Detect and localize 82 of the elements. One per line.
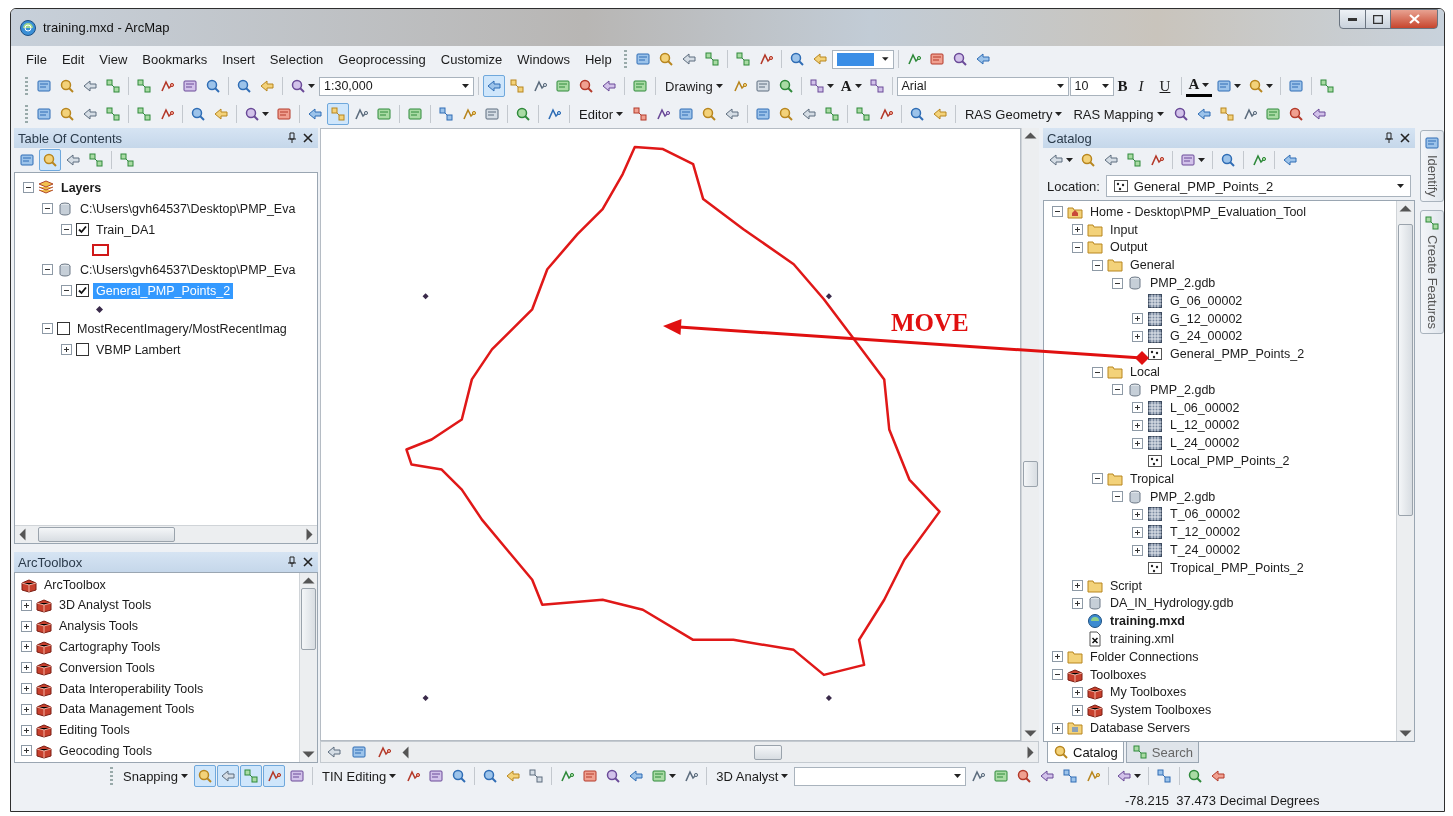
toolbar-menu-button[interactable]: 3D Analyst [711, 765, 794, 787]
menu-item[interactable]: Edit [54, 49, 92, 69]
panel-title: Table Of Contents [18, 130, 124, 146]
catalog-item[interactable]: Tropical_PMP_Points_2 [1167, 559, 1307, 576]
catalog-item[interactable]: Local_PMP_Points_2 [1167, 453, 1293, 470]
catalog-item[interactable]: PMP_2.gdb [1147, 488, 1219, 505]
toolbox-name[interactable]: Analysis Tools [56, 618, 141, 635]
side-panel-tab[interactable]: Create Features [1420, 209, 1444, 334]
menu-item[interactable]: Insert [215, 49, 262, 69]
location-field[interactable]: General_PMP_Points_2 [1105, 175, 1411, 197]
toolbar-menu-button[interactable]: Drawing [660, 75, 728, 97]
menu-item[interactable]: Customize [433, 49, 510, 69]
layer-name[interactable]: Train_DA1 [93, 221, 159, 238]
catalog-item[interactable]: PMP_2.gdb [1147, 381, 1219, 398]
toolbar-menu-button[interactable]: RAS Mapping [1068, 103, 1169, 125]
toolbar-menu-button[interactable]: RAS Geometry [959, 103, 1068, 125]
catalog-item[interactable]: training.mxd [1107, 613, 1188, 630]
catalog-item[interactable]: G_06_00002 [1167, 292, 1246, 309]
menu-item[interactable]: Selection [262, 49, 331, 69]
catalog-item[interactable]: DA_IN_Hydrology.gdb [1107, 595, 1237, 612]
menu-item[interactable]: Bookmarks [135, 49, 215, 69]
panel-title: ArcToolbox [18, 554, 84, 570]
text-format-button[interactable]: U [1156, 75, 1177, 97]
menu-item[interactable]: Windows [510, 49, 577, 69]
toolbox-name[interactable]: Cartography Tools [56, 639, 164, 655]
window-title: training.mxd - ArcMap [43, 20, 170, 35]
catalog-item[interactable]: G_12_00002 [1167, 310, 1246, 327]
catalog-item[interactable]: T_12_00002 [1167, 524, 1244, 541]
toolbox-name[interactable]: Data Interoperability Tools [56, 680, 207, 697]
text-format-button[interactable]: A [837, 75, 865, 97]
catalog-item[interactable]: General_PMP_Points_2 [1167, 346, 1308, 363]
catalog-item[interactable]: System Toolboxes [1107, 702, 1215, 719]
catalog-item[interactable]: T_06_00002 [1167, 506, 1244, 523]
font-size-field[interactable]: 10 [1069, 76, 1114, 96]
scale-field[interactable]: 1:30,000 [319, 76, 474, 96]
toolbox-name[interactable]: Geocoding Tools [56, 742, 155, 759]
panel-tab[interactable]: Catalog [1047, 742, 1124, 763]
catalog-item[interactable]: L_06_00002 [1167, 399, 1243, 416]
catalog-item[interactable]: Home - Desktop\PMP_Evaluation_Tool [1087, 203, 1310, 220]
text-format-button[interactable]: A [1185, 75, 1213, 97]
catalog-item[interactable]: Output [1107, 239, 1151, 256]
toolbox-name[interactable]: Editing Tools [56, 722, 133, 739]
menu-item[interactable]: File [19, 49, 54, 69]
catalog-item[interactable]: G_24_00002 [1167, 328, 1246, 345]
catalog-item[interactable]: PMP_2.gdb [1147, 275, 1219, 292]
text-format-button[interactable]: B [1114, 75, 1135, 97]
location-label: Location: [1047, 178, 1100, 194]
catalog-item[interactable]: My Toolboxes [1107, 684, 1190, 701]
toolbox-name[interactable]: 3D Analyst Tools [56, 597, 155, 614]
toolbar-menu-button[interactable]: Snapping [118, 765, 193, 787]
layer-name[interactable]: Layers [58, 179, 105, 196]
catalog-item[interactable]: Tropical [1127, 470, 1177, 487]
catalog-item[interactable]: Toolboxes [1087, 666, 1150, 683]
catalog-item[interactable]: L_12_00002 [1167, 417, 1243, 434]
catalog-item[interactable]: General [1127, 257, 1178, 274]
toolbar-menu-button[interactable]: Editor [574, 103, 628, 125]
catalog-item[interactable]: Input [1107, 221, 1141, 238]
catalog-item[interactable]: L_24_00002 [1167, 435, 1243, 452]
toolbox-name[interactable]: Conversion Tools [56, 659, 158, 676]
panel-title: Catalog [1047, 130, 1093, 146]
font-field[interactable]: Arial [896, 76, 1069, 96]
text-format-button[interactable]: I [1135, 75, 1156, 97]
toolbox-name[interactable]: ArcToolbox [41, 577, 109, 593]
side-panel-tab[interactable]: Identify [1420, 130, 1444, 202]
menu-item[interactable]: Help [577, 49, 619, 69]
layer-name[interactable]: C:\Users\gvh64537\Desktop\PMP_Eva [77, 261, 299, 278]
toolbox-name[interactable]: Data Management Tools [56, 701, 198, 718]
panel-tab[interactable]: Search [1125, 742, 1199, 763]
catalog-item[interactable]: Database Servers [1087, 720, 1194, 736]
catalog-item[interactable]: Local [1127, 364, 1163, 381]
annotation-label: MOVE [891, 309, 969, 337]
coordinates-readout: -78.215 37.473 Decimal Degrees [1125, 792, 1320, 808]
catalog-item[interactable]: Folder Connections [1087, 648, 1202, 665]
catalog-item[interactable]: T_24_00002 [1167, 542, 1244, 559]
layer-name[interactable]: VBMP Lambert [93, 341, 184, 358]
catalog-item[interactable]: Script [1107, 577, 1145, 594]
toolbar-menu-button[interactable]: TIN Editing [316, 765, 402, 787]
menu-item[interactable]: Geoprocessing [331, 49, 433, 69]
layer-name[interactable]: MostRecentImagery/MostRecentImag [74, 320, 290, 337]
layer-name[interactable]: C:\Users\gvh64537\Desktop\PMP_Eva [77, 200, 299, 217]
catalog-item[interactable]: training.xml [1107, 631, 1177, 647]
menu-item[interactable]: View [92, 49, 135, 69]
